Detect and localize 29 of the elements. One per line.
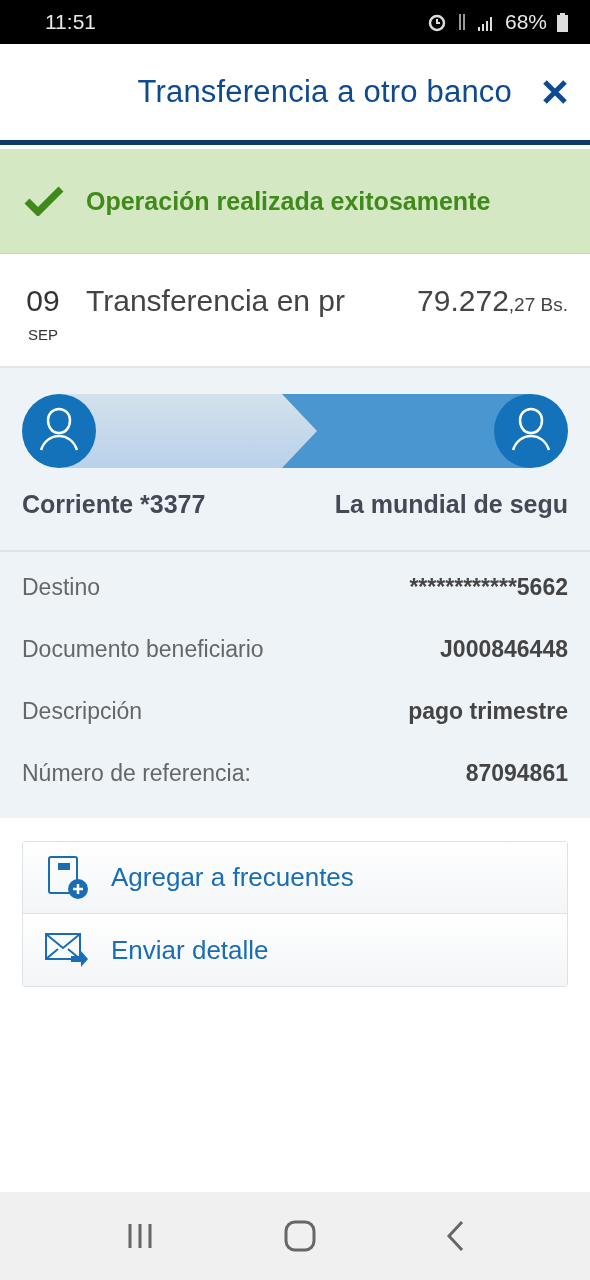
- action-button[interactable]: Agregar a frecuentes: [23, 842, 567, 914]
- checkmark-icon: [24, 186, 64, 216]
- success-message: Operación realizada exitosamente: [86, 186, 491, 216]
- home-icon: [284, 1220, 316, 1252]
- alarm-icon: [426, 12, 447, 32]
- close-icon: [542, 79, 568, 105]
- source-account: Corriente *3377: [22, 490, 206, 519]
- data-icon: [456, 12, 467, 32]
- battery-percent: 68%: [504, 10, 547, 34]
- transaction-description: Transferencia en pr: [86, 284, 346, 318]
- date-month: SEP: [28, 326, 58, 343]
- beneficiary-name: La mundial de segu: [334, 490, 568, 519]
- detail-value: J000846448: [440, 635, 568, 663]
- battery-icon: [557, 12, 568, 32]
- status-time: 11:51: [45, 10, 96, 34]
- detail-value: pago trimestre: [408, 697, 568, 725]
- detail-label: Descripción: [22, 697, 143, 725]
- close-button[interactable]: [542, 79, 568, 105]
- date-day: 09: [26, 284, 60, 318]
- detail-value: 87094861: [465, 759, 568, 787]
- detail-value: ************5662: [409, 573, 568, 601]
- detail-label: Documento beneficiario: [22, 635, 264, 663]
- transaction-amount: 79.272,27 Bs.: [417, 284, 568, 318]
- page-title: Transferencia a otro banco: [137, 74, 512, 110]
- notebook-add-icon: [45, 855, 89, 900]
- envelope-arrow-icon: [45, 933, 89, 967]
- detail-label: Número de referencia:: [22, 759, 251, 787]
- detail-label: Destino: [22, 573, 100, 601]
- back-icon: [445, 1220, 466, 1252]
